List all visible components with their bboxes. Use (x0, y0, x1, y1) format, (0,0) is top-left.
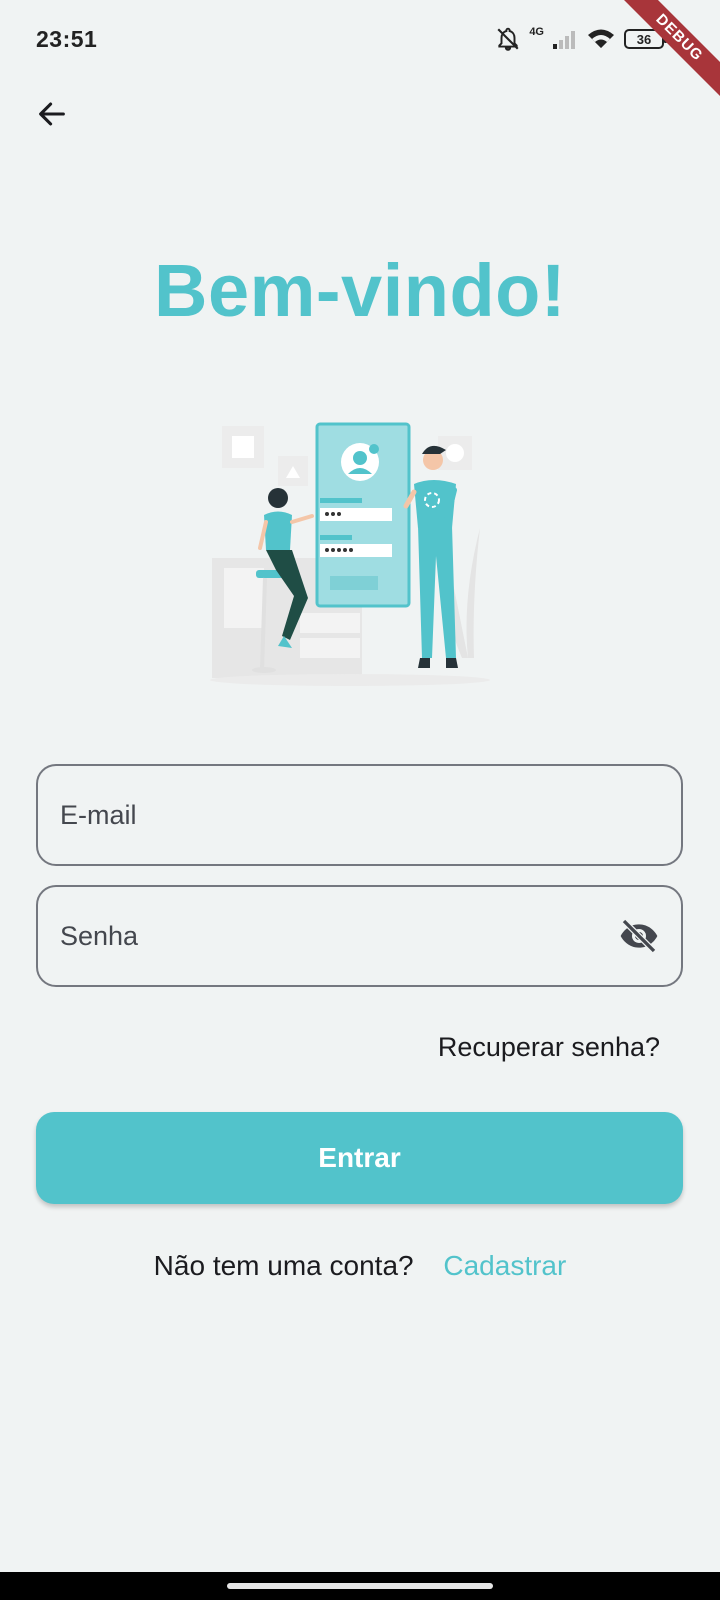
navigation-bar (0, 1572, 720, 1600)
email-field[interactable] (36, 764, 683, 866)
battery-level: 36 (636, 31, 652, 47)
email-input[interactable] (60, 799, 659, 831)
page-title: Bem-vindo! (154, 249, 566, 332)
back-button[interactable] (30, 92, 74, 136)
signal-icon (553, 31, 575, 49)
signup-prompt: Não tem uma conta? (153, 1250, 414, 1281)
password-visibility-toggle[interactable] (618, 914, 659, 958)
signup-row: Não tem uma conta? Cadastrar (0, 1250, 720, 1282)
status-time: 23:51 (36, 25, 98, 52)
password-field[interactable] (36, 885, 683, 987)
arrow-back-icon (39, 102, 65, 126)
recover-password-link[interactable]: Recuperar senha? (438, 1032, 660, 1063)
status-icons: 4G 36 (495, 26, 667, 52)
network-type: 4G (529, 26, 544, 38)
bell-off-icon (497, 27, 519, 51)
status-bar: 23:51 4G 36 (0, 0, 720, 78)
signup-link[interactable]: Cadastrar (443, 1250, 566, 1281)
wifi-icon (588, 29, 614, 48)
eye-off-icon (620, 918, 657, 954)
login-button[interactable]: Entrar (36, 1112, 683, 1204)
battery-icon: 36 (624, 29, 667, 49)
login-illustration (210, 422, 490, 686)
home-indicator[interactable] (227, 1583, 493, 1589)
password-input[interactable] (60, 920, 619, 952)
